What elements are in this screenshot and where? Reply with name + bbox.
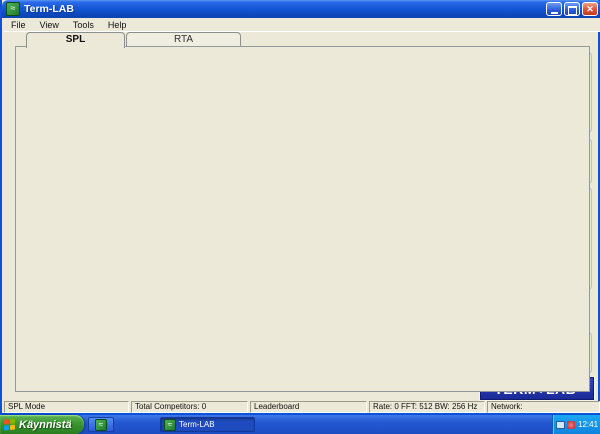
app-icon[interactable]: ≈ [6,2,20,16]
menu-view[interactable]: View [33,20,66,30]
title-bar[interactable]: ≈ Term-LAB ✕ [2,0,600,18]
term-lab-icon: ≈ [164,418,176,431]
clock: 12:41 [578,420,599,429]
system-tray: 12:41 [552,415,600,434]
status-bar: SPL Mode Total Competitors: 0 Leaderboar… [4,401,600,413]
start-button[interactable]: Käynnistä [0,415,84,434]
status-network: Network: [487,401,600,413]
windows-flag-icon [4,418,16,431]
menu-tools[interactable]: Tools [66,20,101,30]
screen: ≈ Term-LAB ✕ File View Tools Help SPL RT… [0,0,600,434]
taskbar-button-label: Term-LAB [179,420,215,429]
status-mode: SPL Mode [4,401,129,413]
term-lab-icon: ≈ [95,418,107,431]
window-title: Term-LAB [24,3,74,15]
taskbar: Käynnistä ≈ ≈ Term-LAB 12:41 [0,415,600,434]
status-rate: Rate: 0 FFT: 512 BW: 256 Hz [369,401,485,413]
taskbar-window-button[interactable]: ≈ Term-LAB [160,417,255,432]
menu-file[interactable]: File [4,20,33,30]
tab-spl[interactable]: SPL [26,32,125,48]
maximize-button[interactable] [564,2,580,16]
menu-bar: File View Tools Help [4,18,600,32]
close-button[interactable]: ✕ [582,2,598,16]
tab-rta[interactable]: RTA [126,32,241,47]
menu-help[interactable]: Help [101,20,134,30]
tab-page [15,46,590,392]
quick-launch-button[interactable]: ≈ [88,417,114,432]
app-window: ≈ Term-LAB ✕ File View Tools Help SPL RT… [0,0,600,415]
status-competitors: Total Competitors: 0 [131,401,248,413]
window-controls: ✕ [546,2,598,16]
volume-tray-icon[interactable] [567,420,575,429]
display-tray-icon[interactable] [556,420,565,429]
status-leaderboard: Leaderboard [250,401,367,413]
minimize-button[interactable] [546,2,562,16]
start-button-label: Käynnistä [19,418,72,431]
